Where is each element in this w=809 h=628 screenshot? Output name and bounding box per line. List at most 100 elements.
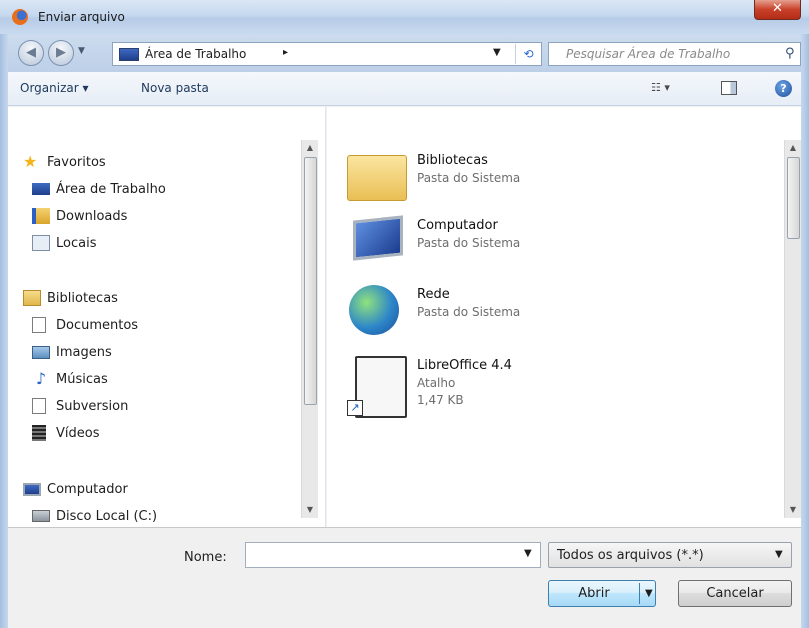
- sidebar-item-label: Músicas: [56, 371, 108, 387]
- window-frame-left: [0, 34, 8, 628]
- forward-button[interactable]: ▶: [48, 40, 74, 66]
- sidebar-group-computer[interactable]: Computador: [23, 478, 128, 500]
- search-icon[interactable]: ⚲: [785, 46, 795, 61]
- sidebar-item-music[interactable]: ♪ Músicas: [32, 368, 108, 390]
- sidebar-item-label: Área de Trabalho: [56, 181, 166, 197]
- scroll-up-icon[interactable]: ▲: [785, 140, 801, 156]
- sidebar-group-favorites[interactable]: ★ Favoritos: [23, 151, 106, 173]
- address-location[interactable]: Área de Trabalho: [145, 47, 246, 61]
- new-folder-button[interactable]: Nova pasta: [141, 81, 209, 95]
- scroll-down-icon[interactable]: ▼: [302, 502, 318, 518]
- window-title: Enviar arquivo: [38, 10, 125, 24]
- shortcut-arrow-icon: ↗: [347, 400, 363, 416]
- desktop-icon: [32, 183, 50, 195]
- sidebar-item-documents[interactable]: Documentos: [32, 314, 138, 336]
- sidebar-item-label: Disco Local (C:): [56, 508, 158, 524]
- window-frame-right: [801, 34, 809, 628]
- sidebar-item-label: Documentos: [56, 317, 139, 333]
- sidebar-item-recent-places[interactable]: Locais: [32, 232, 96, 254]
- documents-icon: [32, 317, 46, 333]
- file-type-value: Todos os arquivos (*.*): [557, 548, 704, 563]
- network-icon: [349, 285, 399, 335]
- file-type: Pasta do Sistema: [417, 171, 521, 185]
- file-name: Rede: [417, 287, 450, 302]
- file-name: Computador: [417, 218, 498, 233]
- sidebar-item-label: Imagens: [56, 344, 112, 360]
- libraries-icon: [23, 290, 41, 306]
- scroll-down-icon[interactable]: ▼: [785, 502, 801, 518]
- videos-icon: [32, 425, 46, 441]
- file-item-network[interactable]: Rede Pasta do Sistema: [347, 281, 747, 343]
- scrollbar-thumb[interactable]: [787, 157, 800, 239]
- sidebar-item-desktop[interactable]: Área de Trabalho: [32, 178, 166, 200]
- local-disk-icon: [32, 510, 50, 522]
- recent-places-icon: [32, 235, 50, 251]
- sidebar-item-videos[interactable]: Vídeos: [32, 422, 99, 444]
- arrow-left-icon: ◀: [26, 45, 36, 60]
- organize-button[interactable]: Organizar ▾: [20, 81, 89, 95]
- sidebar-item-subversion[interactable]: Subversion: [32, 395, 128, 417]
- recent-locations-dropdown[interactable]: ▼: [78, 46, 85, 56]
- navigation-bar: ◀ ▶ ▼ Área de Trabalho ▸ ▼ ⟲ Pesquisar Á…: [8, 34, 801, 72]
- open-options-dropdown-icon[interactable]: ▼: [645, 581, 653, 606]
- refresh-button[interactable]: ⟲: [515, 44, 541, 64]
- breadcrumb-chevron-icon[interactable]: ▸: [283, 47, 288, 58]
- address-bar[interactable]: Área de Trabalho ▸ ▼ ⟲: [112, 42, 542, 66]
- file-type: Pasta do Sistema: [417, 236, 521, 250]
- sidebar-group-libraries[interactable]: Bibliotecas: [23, 287, 118, 309]
- title-bar[interactable]: Enviar arquivo ✕: [0, 0, 809, 34]
- file-open-dialog: Enviar arquivo ✕ ◀ ▶ ▼ Área de Trabalho …: [0, 0, 809, 628]
- open-button-label: Abrir: [578, 586, 610, 601]
- open-button-divider: [639, 583, 640, 604]
- chevron-down-icon: ▼: [775, 549, 783, 560]
- command-toolbar: Organizar ▾ Nova pasta ☷ ▾ ?: [8, 72, 801, 106]
- file-size: 1,47 KB: [417, 393, 464, 407]
- scroll-up-icon[interactable]: ▲: [302, 140, 318, 156]
- dialog-footer: Nome: ▼ Todos os arquivos (*.*) ▼ Abrir …: [8, 527, 801, 628]
- file-item-libraries[interactable]: Bibliotecas Pasta do Sistema: [347, 147, 747, 209]
- sidebar-group-label: Bibliotecas: [47, 290, 118, 306]
- downloads-icon: [32, 208, 50, 224]
- search-box[interactable]: Pesquisar Área de Trabalho ⚲: [548, 42, 801, 66]
- preview-pane-button[interactable]: [721, 81, 737, 95]
- view-options-icon: ☷ ▾: [651, 81, 670, 94]
- open-button[interactable]: Abrir ▼: [548, 580, 656, 607]
- file-type-select[interactable]: Todos os arquivos (*.*) ▼: [548, 542, 792, 568]
- back-button[interactable]: ◀: [18, 40, 44, 66]
- file-list[interactable]: Bibliotecas Pasta do Sistema Computador …: [327, 107, 801, 527]
- change-view-button[interactable]: ☷ ▾: [651, 81, 681, 97]
- refresh-icon: ⟲: [523, 47, 534, 61]
- sidebar-item-pictures[interactable]: Imagens: [32, 341, 112, 363]
- scrollbar-thumb[interactable]: [304, 157, 317, 405]
- file-item-libreoffice[interactable]: ↗ LibreOffice 4.4 Atalho 1,47 KB: [347, 352, 747, 430]
- file-item-computer[interactable]: Computador Pasta do Sistema: [347, 212, 747, 274]
- search-input[interactable]: Pesquisar Área de Trabalho: [566, 47, 730, 61]
- file-name: LibreOffice 4.4: [417, 358, 512, 373]
- name-label: Nome:: [184, 550, 227, 565]
- sidebar-item-downloads[interactable]: Downloads: [32, 205, 127, 227]
- help-button[interactable]: ?: [775, 80, 792, 97]
- file-name-combobox[interactable]: ▼: [245, 542, 541, 568]
- navigation-pane-scrollbar[interactable]: ▲ ▼: [301, 140, 318, 518]
- firefox-icon: [12, 9, 28, 25]
- sidebar-item-label: Locais: [56, 235, 97, 251]
- sidebar-item-label: Vídeos: [56, 425, 100, 441]
- sidebar-group-label: Computador: [47, 481, 128, 497]
- file-type: Pasta do Sistema: [417, 305, 521, 319]
- file-name: Bibliotecas: [417, 153, 488, 168]
- sidebar-item-label: Subversion: [56, 398, 129, 414]
- sidebar-item-local-disk[interactable]: Disco Local (C:): [32, 505, 157, 527]
- close-button[interactable]: ✕: [754, 0, 801, 20]
- sidebar-item-label: Downloads: [56, 208, 128, 224]
- navigation-pane[interactable]: ★ Favoritos Área de Trabalho Downloads L…: [8, 107, 326, 527]
- sidebar-group-label: Favoritos: [47, 154, 106, 170]
- file-list-scrollbar[interactable]: ▲ ▼: [784, 140, 801, 518]
- arrow-right-icon: ▶: [56, 45, 66, 60]
- subversion-icon: [32, 398, 46, 414]
- chevron-down-icon[interactable]: ▼: [524, 548, 532, 559]
- address-dropdown-icon[interactable]: ▼: [493, 47, 501, 58]
- cancel-button[interactable]: Cancelar: [678, 580, 792, 607]
- music-icon: ♪: [35, 369, 47, 388]
- file-name-input[interactable]: [246, 543, 506, 567]
- star-icon: ★: [23, 152, 38, 171]
